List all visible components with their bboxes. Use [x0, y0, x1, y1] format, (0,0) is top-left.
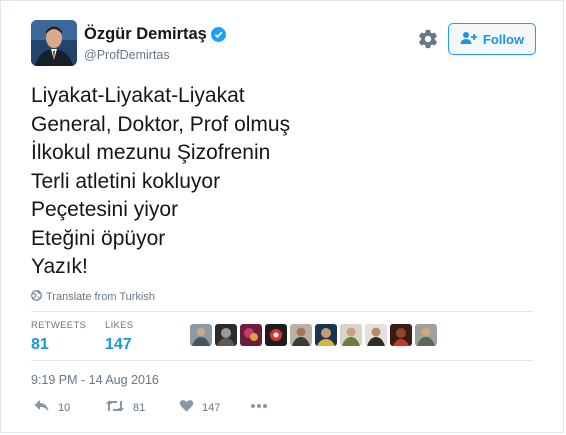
retweets-count: 81 [31, 336, 49, 353]
liker-avatars [190, 324, 437, 346]
retweet-count: 81 [133, 401, 146, 414]
tweet-line: Liyakat-Liyakat-Liyakat [31, 84, 245, 107]
liker-avatar[interactable] [190, 324, 212, 346]
liker-avatar[interactable] [315, 324, 337, 346]
liker-avatar[interactable] [365, 324, 387, 346]
tweet-line: General, Doktor, Prof olmuş [31, 112, 291, 136]
user-handle[interactable]: @ProfDemirtas [84, 48, 170, 62]
translate-label: Translate from Turkish [46, 291, 156, 303]
reply-icon [33, 399, 50, 416]
like-button[interactable]: 147 [179, 399, 220, 416]
tweet-line: İlkokul mezunu Şizofrenin [31, 141, 271, 164]
avatar[interactable] [31, 20, 77, 66]
likes-stat[interactable]: LIKES 147 [105, 320, 133, 354]
liker-avatar[interactable] [415, 324, 437, 346]
add-person-icon [460, 31, 478, 48]
tweet-line: Terli atletini kokluyor [31, 169, 221, 193]
reply-button[interactable]: 10 [33, 399, 70, 416]
divider [31, 311, 533, 312]
display-name-text: Özgür Demirtaş [84, 25, 207, 43]
translate-link[interactable]: Translate from Turkish [31, 290, 155, 304]
retweets-label: RETWEETS [31, 320, 87, 331]
gear-icon[interactable] [417, 28, 439, 50]
likes-count: 147 [105, 336, 132, 353]
tweet-text: Liyakat-Liyakat-Liyakat General, Doktor,… [31, 82, 551, 282]
likes-label: LIKES [105, 320, 134, 331]
like-count: 147 [202, 401, 221, 414]
liker-avatar[interactable] [340, 324, 362, 346]
verified-badge-icon [210, 27, 226, 42]
retweets-stat[interactable]: RETWEETS 81 [31, 320, 86, 354]
retweet-icon [105, 399, 125, 416]
liker-avatar[interactable] [390, 324, 412, 346]
liker-avatar[interactable] [265, 324, 287, 346]
divider [31, 360, 533, 361]
liker-avatar[interactable] [215, 324, 237, 346]
display-name[interactable]: Özgür Demirtaş [84, 25, 226, 44]
tweet-timestamp[interactable]: 9:19 PM - 14 Aug 2016 [31, 373, 159, 387]
globe-icon [31, 290, 42, 304]
heart-icon [179, 399, 194, 416]
tweet-line: Yazık! [31, 255, 88, 278]
tweet-line: Peçetesini yiyor [31, 198, 179, 221]
tweet-card: Özgür Demirtaş @ProfDemirtas Follow Liya… [0, 0, 564, 433]
follow-label: Follow [482, 31, 525, 47]
reply-count: 10 [58, 401, 71, 414]
liker-avatar[interactable] [290, 324, 312, 346]
liker-avatar[interactable] [240, 324, 262, 346]
more-icon [250, 399, 268, 416]
retweet-button[interactable]: 81 [105, 399, 145, 416]
more-button[interactable] [250, 399, 268, 416]
tweet-line: Eteğini öpüyor [31, 226, 166, 250]
follow-button[interactable]: Follow [448, 23, 536, 55]
